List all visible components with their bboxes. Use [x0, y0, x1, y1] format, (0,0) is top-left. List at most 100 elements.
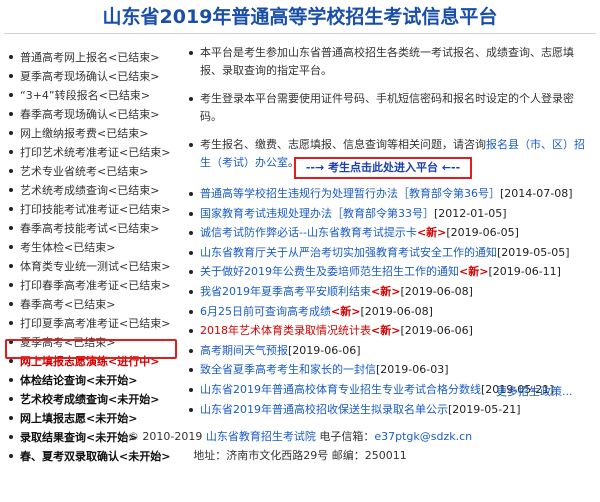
news-title-link[interactable]: 国家教育考试违规处理办法［教育部令第33号］ — [200, 207, 434, 220]
left-menu-label: 打印艺术统考准考证<已结束> — [20, 146, 171, 159]
news-title-link[interactable]: 2018年艺术体育类录取情况统计表 — [200, 324, 371, 337]
left-menu-item[interactable]: 春季高考现场确认<已结束> — [8, 105, 178, 124]
new-badge: <新> — [416, 226, 447, 240]
left-menu-label: 艺术统考成绩查询<已结束> — [20, 184, 160, 197]
news-date: [2019-05-21] — [448, 402, 521, 416]
news-date: [2019-06-06] — [288, 343, 361, 357]
news-date: [2019-05-05] — [497, 245, 570, 259]
enter-platform-link[interactable]: --→ 考生点击此处进入平台 ←-- — [294, 157, 472, 179]
bullet-icon — [9, 188, 13, 192]
org-link[interactable]: 山东省教育招生考试院 — [206, 430, 316, 443]
notice-text: 考生登录本平台需要使用证件号码、手机短信密码和报名时设定的个人登录密码。 — [200, 92, 574, 123]
news-date: [2019-06-06] — [400, 324, 473, 338]
news-date: [2019-06-08] — [360, 304, 433, 318]
left-menu-label: 打印夏季高考准考证<已结束> — [20, 317, 171, 330]
bullet-icon — [9, 150, 13, 154]
bullet-icon — [9, 359, 13, 363]
bullet-icon — [189, 143, 193, 147]
left-menu-item[interactable]: 打印夏季高考准考证<已结束> — [8, 314, 178, 333]
news-item: 我省2019年夏季高考平安顺利结束<新>[2019-06-08] — [188, 282, 592, 302]
news-item: 诚信考试防作弊必话--山东省教育考试提示卡<新>[2019-06-05] — [188, 223, 592, 243]
news-item: 致全省夏季高考考生和家长的一封信[2019-06-03] — [188, 360, 592, 380]
left-menu-item[interactable]: “3+4”转段报名<已结束> — [8, 86, 178, 105]
left-menu-item[interactable]: 打印艺术统考准考证<已结束> — [8, 143, 178, 162]
news-title-link[interactable]: 山东省教育厅关于从严治考切实加强教育考试安全工作的通知 — [200, 246, 497, 259]
left-menu-item[interactable]: 打印春季高考准考证<已结束> — [8, 276, 178, 295]
bullet-icon — [189, 270, 193, 275]
news-date: [2014-07-08] — [500, 187, 573, 200]
news-date: [2019-06-03] — [376, 363, 449, 377]
news-date: [2019-06-08] — [400, 284, 473, 298]
left-menu-item[interactable]: 艺术统考成绩查询<已结束> — [8, 181, 178, 200]
new-badge: <新> — [371, 284, 401, 298]
email-link[interactable]: e37ptgk@sdzk.cn — [374, 430, 472, 443]
notice-item: 本平台是考生参加山东省普通高校招生各类统一考试报名、成绩查询、志愿填报、录取查询… — [188, 44, 592, 80]
header-divider — [4, 33, 596, 34]
news-item: 高考期间天气预报[2019-06-06] — [188, 341, 592, 361]
left-menu-item[interactable]: 普通高考网上报名<已结束> — [8, 48, 178, 67]
bullet-icon — [9, 283, 13, 287]
bullet-icon — [9, 112, 13, 116]
bullet-icon — [189, 387, 193, 392]
left-menu-item[interactable]: 网上缴纳报考费<已结束> — [8, 124, 178, 143]
notice-text: 本平台是考生参加山东省普通高校招生各类统一考试报名、成绩查询、志愿填报、录取查询… — [200, 46, 574, 77]
left-menu-label: 体育类专业统一测试<已结束> — [20, 260, 171, 273]
bullet-icon — [9, 131, 13, 135]
left-menu-label: 春季高考<已结束> — [20, 298, 116, 311]
news-title-link[interactable]: 诚信考试防作弊必话--山东省教育考试提示卡 — [200, 226, 417, 239]
left-menu-label: 普通高考网上报名<已结束> — [20, 51, 160, 64]
bullet-icon — [9, 302, 13, 306]
new-badge: <新> — [459, 265, 489, 279]
news-title-link[interactable]: 高考期间天气预报 — [200, 344, 288, 357]
news-item: 山东省教育厅关于从严治考切实加强教育考试安全工作的通知[2019-05-05] — [188, 243, 592, 263]
bullet-icon — [189, 250, 193, 255]
news-title-link[interactable]: 普通高等学校招生违规行为处理暂行办法［教育部令第36号］ — [200, 187, 500, 200]
bullet-icon — [189, 211, 193, 216]
left-menu-label: 春季高考技能考试<已结束> — [20, 222, 160, 235]
news-title-link[interactable]: 致全省夏季高考考生和家长的一封信 — [200, 363, 376, 376]
bullet-icon — [9, 207, 13, 211]
left-menu-item[interactable]: 体检结论查询<未开始> — [8, 371, 178, 390]
left-menu-item[interactable]: 春季高考技能考试<已结束> — [8, 219, 178, 238]
left-menu-item[interactable]: 夏季高考现场确认<已结束> — [8, 67, 178, 86]
news-date: [2019-06-11] — [488, 265, 561, 279]
left-menu-item[interactable]: 体育类专业统一测试<已结束> — [8, 257, 178, 276]
news-item: 普通高等学校招生违规行为处理暂行办法［教育部令第36号］[2014-07-08] — [188, 184, 592, 204]
copyright-text: © 2010-2019 — [127, 430, 206, 443]
left-menu-label: 考生体检<已结束> — [20, 241, 116, 254]
left-menu-label: 打印技能考试准考证<已结束> — [20, 203, 171, 216]
bullet-icon — [189, 231, 193, 236]
bullet-icon — [9, 245, 13, 249]
bullet-icon — [189, 309, 193, 314]
left-menu-item[interactable]: 打印技能考试准考证<已结束> — [8, 200, 178, 219]
left-menu-item[interactable]: 考生体检<已结束> — [8, 238, 178, 257]
left-menu-item[interactable]: 春季高考<已结束> — [8, 295, 178, 314]
bullet-icon — [9, 74, 13, 78]
new-badge: <新> — [331, 304, 361, 318]
bullet-icon — [189, 368, 193, 373]
news-title-link[interactable]: 关于做好2019年公费生及委培师范生招生工作的通知 — [200, 265, 459, 278]
left-menu-label: 春季高考现场确认<已结束> — [20, 108, 160, 121]
left-menu-item[interactable]: 网上填报志愿<未开始> — [8, 409, 178, 428]
bullet-icon — [189, 289, 193, 294]
news-date: [2019-06-05] — [446, 226, 519, 240]
left-menu-item[interactable]: 艺术专业省统考<已结束> — [8, 162, 178, 181]
email-label: 电子信箱： — [319, 430, 375, 443]
bullet-icon — [9, 321, 13, 325]
bullet-icon — [9, 416, 13, 420]
bullet-icon — [189, 348, 193, 353]
news-item: 6月25日前可查询高考成绩<新>[2019-06-08] — [188, 302, 592, 322]
news-title-link[interactable]: 山东省2019年普通高校招收保送生拟录取名单公示 — [200, 403, 448, 416]
bullet-icon — [9, 169, 13, 173]
news-item: 关于做好2019年公费生及委培师范生招生工作的通知<新>[2019-06-11] — [188, 262, 592, 282]
left-menu-item[interactable]: 艺术校考成绩查询<未开始> — [8, 390, 178, 409]
bullet-icon — [189, 329, 193, 334]
left-menu-label: 艺术专业省统考<已结束> — [20, 165, 149, 178]
more-policies-link[interactable]: 更多招生政策... — [496, 383, 573, 399]
active-item-highlight — [5, 339, 177, 359]
notice-item: 考生登录本平台需要使用证件号码、手机短信密码和报名时设定的个人登录密码。 — [188, 90, 592, 126]
news-title-link[interactable]: 我省2019年夏季高考平安顺利结束 — [200, 285, 371, 298]
news-title-link[interactable]: 山东省2019年普通高校体育专业招生专业考试合格分数线 — [200, 383, 481, 396]
news-title-link[interactable]: 6月25日前可查询高考成绩 — [200, 305, 331, 318]
news-item: 国家教育考试违规处理办法［教育部令第33号］[2012-01-05] — [188, 204, 592, 224]
